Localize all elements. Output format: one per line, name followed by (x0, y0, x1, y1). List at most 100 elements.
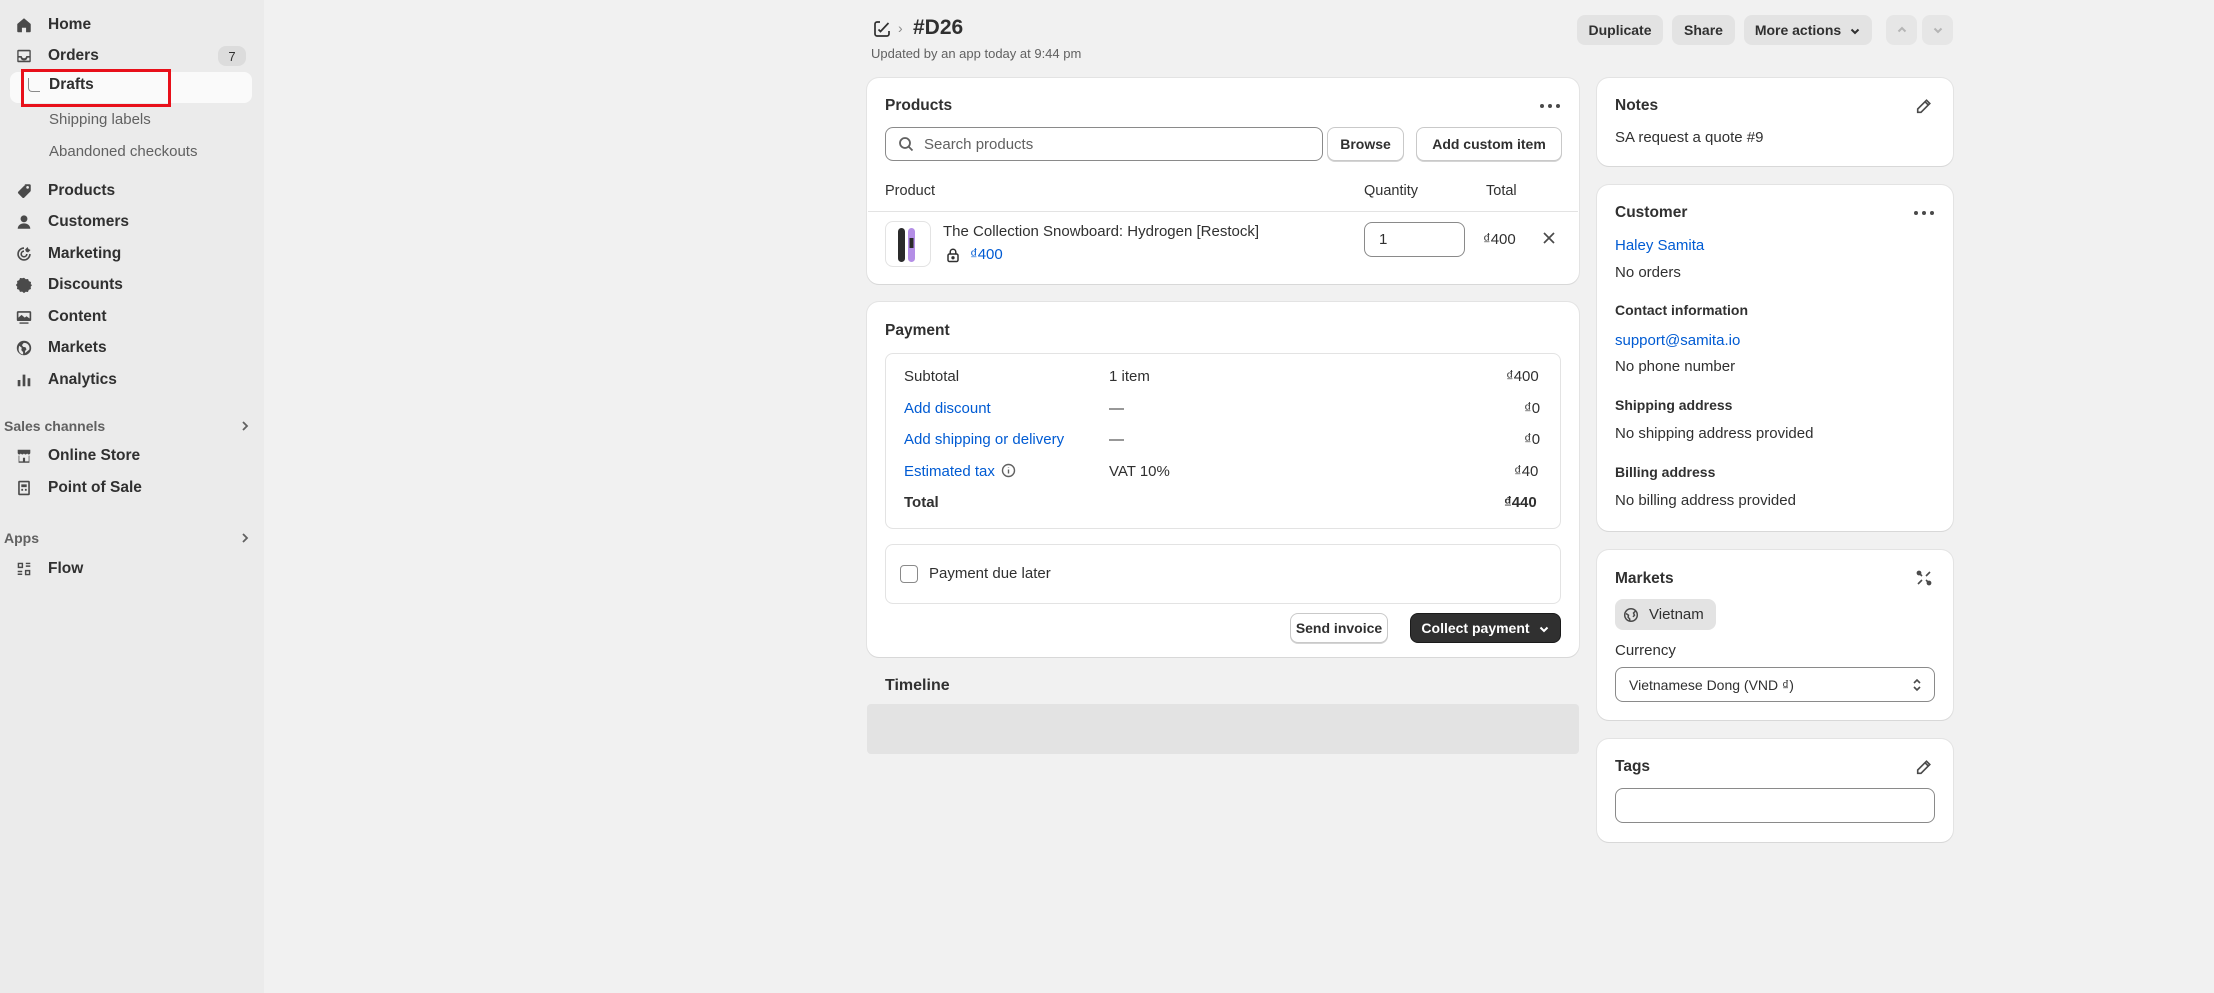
more-options-icon[interactable] (1540, 103, 1560, 109)
remove-item-icon[interactable] (1541, 230, 1557, 246)
customer-orders: No orders (1615, 264, 1681, 281)
apps-label: Apps (4, 530, 39, 546)
sidebar-item-orders[interactable]: Orders (14, 41, 252, 71)
column-header-quantity: Quantity (1364, 183, 1418, 199)
sidebar-item-products[interactable]: Products (14, 176, 252, 206)
sales-channels-header[interactable]: Sales channels (4, 415, 252, 437)
sidebar-item-content[interactable]: Content (14, 302, 252, 332)
edit-pencil-icon[interactable] (1915, 97, 1933, 115)
sidebar-subitem-shipping-labels[interactable]: Shipping labels (49, 106, 151, 132)
share-button[interactable]: Share (1672, 15, 1735, 45)
home-icon (14, 15, 34, 35)
previous-order-button[interactable] (1886, 15, 1917, 45)
sidebar-item-analytics[interactable]: Analytics (14, 365, 252, 395)
discount-amount: ₫0 (1524, 400, 1541, 417)
store-icon (14, 446, 34, 466)
divider (868, 211, 1578, 212)
search-products-input[interactable] (924, 135, 1304, 153)
bar-chart-icon (14, 370, 34, 390)
more-options-icon[interactable] (1914, 210, 1934, 216)
payment-due-later-label[interactable]: Payment due later (929, 565, 1051, 582)
market-name: Vietnam (1649, 606, 1704, 623)
sidebar-item-label: Markets (48, 339, 107, 356)
market-settings-icon[interactable] (1915, 569, 1933, 587)
estimated-tax-link[interactable]: Estimated tax (904, 463, 995, 480)
next-order-button[interactable] (1922, 15, 1953, 45)
estimated-tax-row[interactable]: Estimated tax (904, 463, 1016, 480)
edit-pencil-icon[interactable] (1915, 758, 1933, 776)
column-header-product: Product (885, 183, 935, 199)
total-amount: ₫440 (1504, 494, 1537, 511)
add-custom-item-button[interactable]: Add custom item (1416, 127, 1562, 161)
collect-payment-button[interactable]: Collect payment (1410, 613, 1561, 643)
apps-header[interactable]: Apps (4, 527, 252, 549)
globe-icon (1623, 607, 1639, 622)
search-products-field[interactable] (885, 127, 1323, 161)
customer-name-link[interactable]: Haley Samita (1615, 237, 1704, 254)
flow-icon (14, 559, 34, 579)
sidebar-item-online-store[interactable]: Online Store (14, 441, 252, 471)
shipping-amount: ₫0 (1524, 431, 1541, 448)
notes-card-title: Notes (1615, 97, 1659, 114)
more-actions-label: More actions (1754, 22, 1842, 38)
subtotal-label: Subtotal (904, 368, 960, 385)
browse-button[interactable]: Browse (1327, 127, 1404, 161)
sidebar-item-discounts[interactable]: Discounts (14, 270, 252, 300)
search-icon (899, 137, 914, 152)
total-label: Total (904, 494, 939, 511)
timeline-placeholder (867, 704, 1579, 754)
chevron-right-icon (238, 531, 252, 545)
duplicate-button[interactable]: Duplicate (1577, 15, 1663, 45)
line-item-total: ₫400 (1483, 231, 1516, 248)
sidebar-item-flow[interactable]: Flow (14, 554, 252, 584)
lock-icon (945, 247, 961, 263)
sidebar-item-label: Analytics (48, 371, 117, 388)
sidebar-item-label: Home (48, 16, 92, 33)
sidebar-item-point-of-sale[interactable]: Point of Sale (14, 473, 252, 503)
customer-phone: No phone number (1615, 358, 1736, 375)
add-shipping-link[interactable]: Add shipping or delivery (904, 431, 1064, 448)
sidebar-item-marketing[interactable]: Marketing (14, 239, 252, 269)
tags-input[interactable] (1615, 788, 1935, 823)
contact-info-heading: Contact information (1615, 302, 1748, 318)
pos-icon (14, 478, 34, 498)
currency-select[interactable]: Vietnamese Dong (VND ₫) (1615, 667, 1935, 702)
info-icon[interactable] (1001, 463, 1016, 478)
shipping-address-text: No shipping address provided (1615, 425, 1814, 442)
sidebar-item-markets[interactable]: Markets (14, 333, 252, 363)
chevron-down-icon (1849, 24, 1861, 36)
currency-value: Vietnamese Dong (VND ₫) (1629, 676, 1794, 693)
chevron-up-icon (1897, 26, 1906, 33)
select-updown-icon (1912, 677, 1922, 693)
line-item-price-link[interactable]: ₫400 (970, 246, 1003, 263)
sidebar-item-label: Content (48, 308, 107, 325)
chevron-down-icon (1933, 27, 1942, 34)
product-thumbnail (885, 221, 931, 267)
sidebar-item-home[interactable]: Home (14, 10, 252, 40)
more-actions-button[interactable]: More actions (1744, 15, 1872, 45)
add-discount-link[interactable]: Add discount (904, 400, 991, 417)
customer-email-link[interactable]: support@samita.io (1615, 332, 1740, 349)
person-icon (14, 212, 34, 232)
markets-card-title: Markets (1615, 570, 1674, 587)
send-invoice-button[interactable]: Send invoice (1290, 613, 1388, 643)
sidebar-item-label: Customers (48, 213, 129, 230)
payment-due-later-checkbox[interactable] (900, 565, 918, 583)
line-item-name[interactable]: The Collection Snowboard: Hydrogen [Rest… (943, 223, 1259, 240)
sidebar-item-customers[interactable]: Customers (14, 207, 252, 237)
inbox-icon (14, 46, 34, 66)
content-icon (14, 307, 34, 327)
subtotal-amount: ₫400 (1506, 368, 1539, 385)
chevron-right-icon (238, 419, 252, 433)
sidebar-item-label: Marketing (48, 245, 122, 262)
sidebar-item-label: Products (48, 182, 116, 199)
sidebar-item-label: Orders (48, 47, 99, 64)
orders-count-badge: 7 (218, 46, 246, 66)
shipping-detail: — (1109, 431, 1124, 448)
sidebar-subitem-abandoned-checkouts[interactable]: Abandoned checkouts (49, 138, 197, 164)
quantity-input[interactable]: 1 (1364, 222, 1465, 257)
sidebar-item-label: Online Store (48, 447, 141, 464)
globe-icon (14, 338, 34, 358)
sidebar: Home Orders 7 Drafts Shipping labels Aba… (0, 0, 264, 993)
discount-icon (14, 275, 34, 295)
